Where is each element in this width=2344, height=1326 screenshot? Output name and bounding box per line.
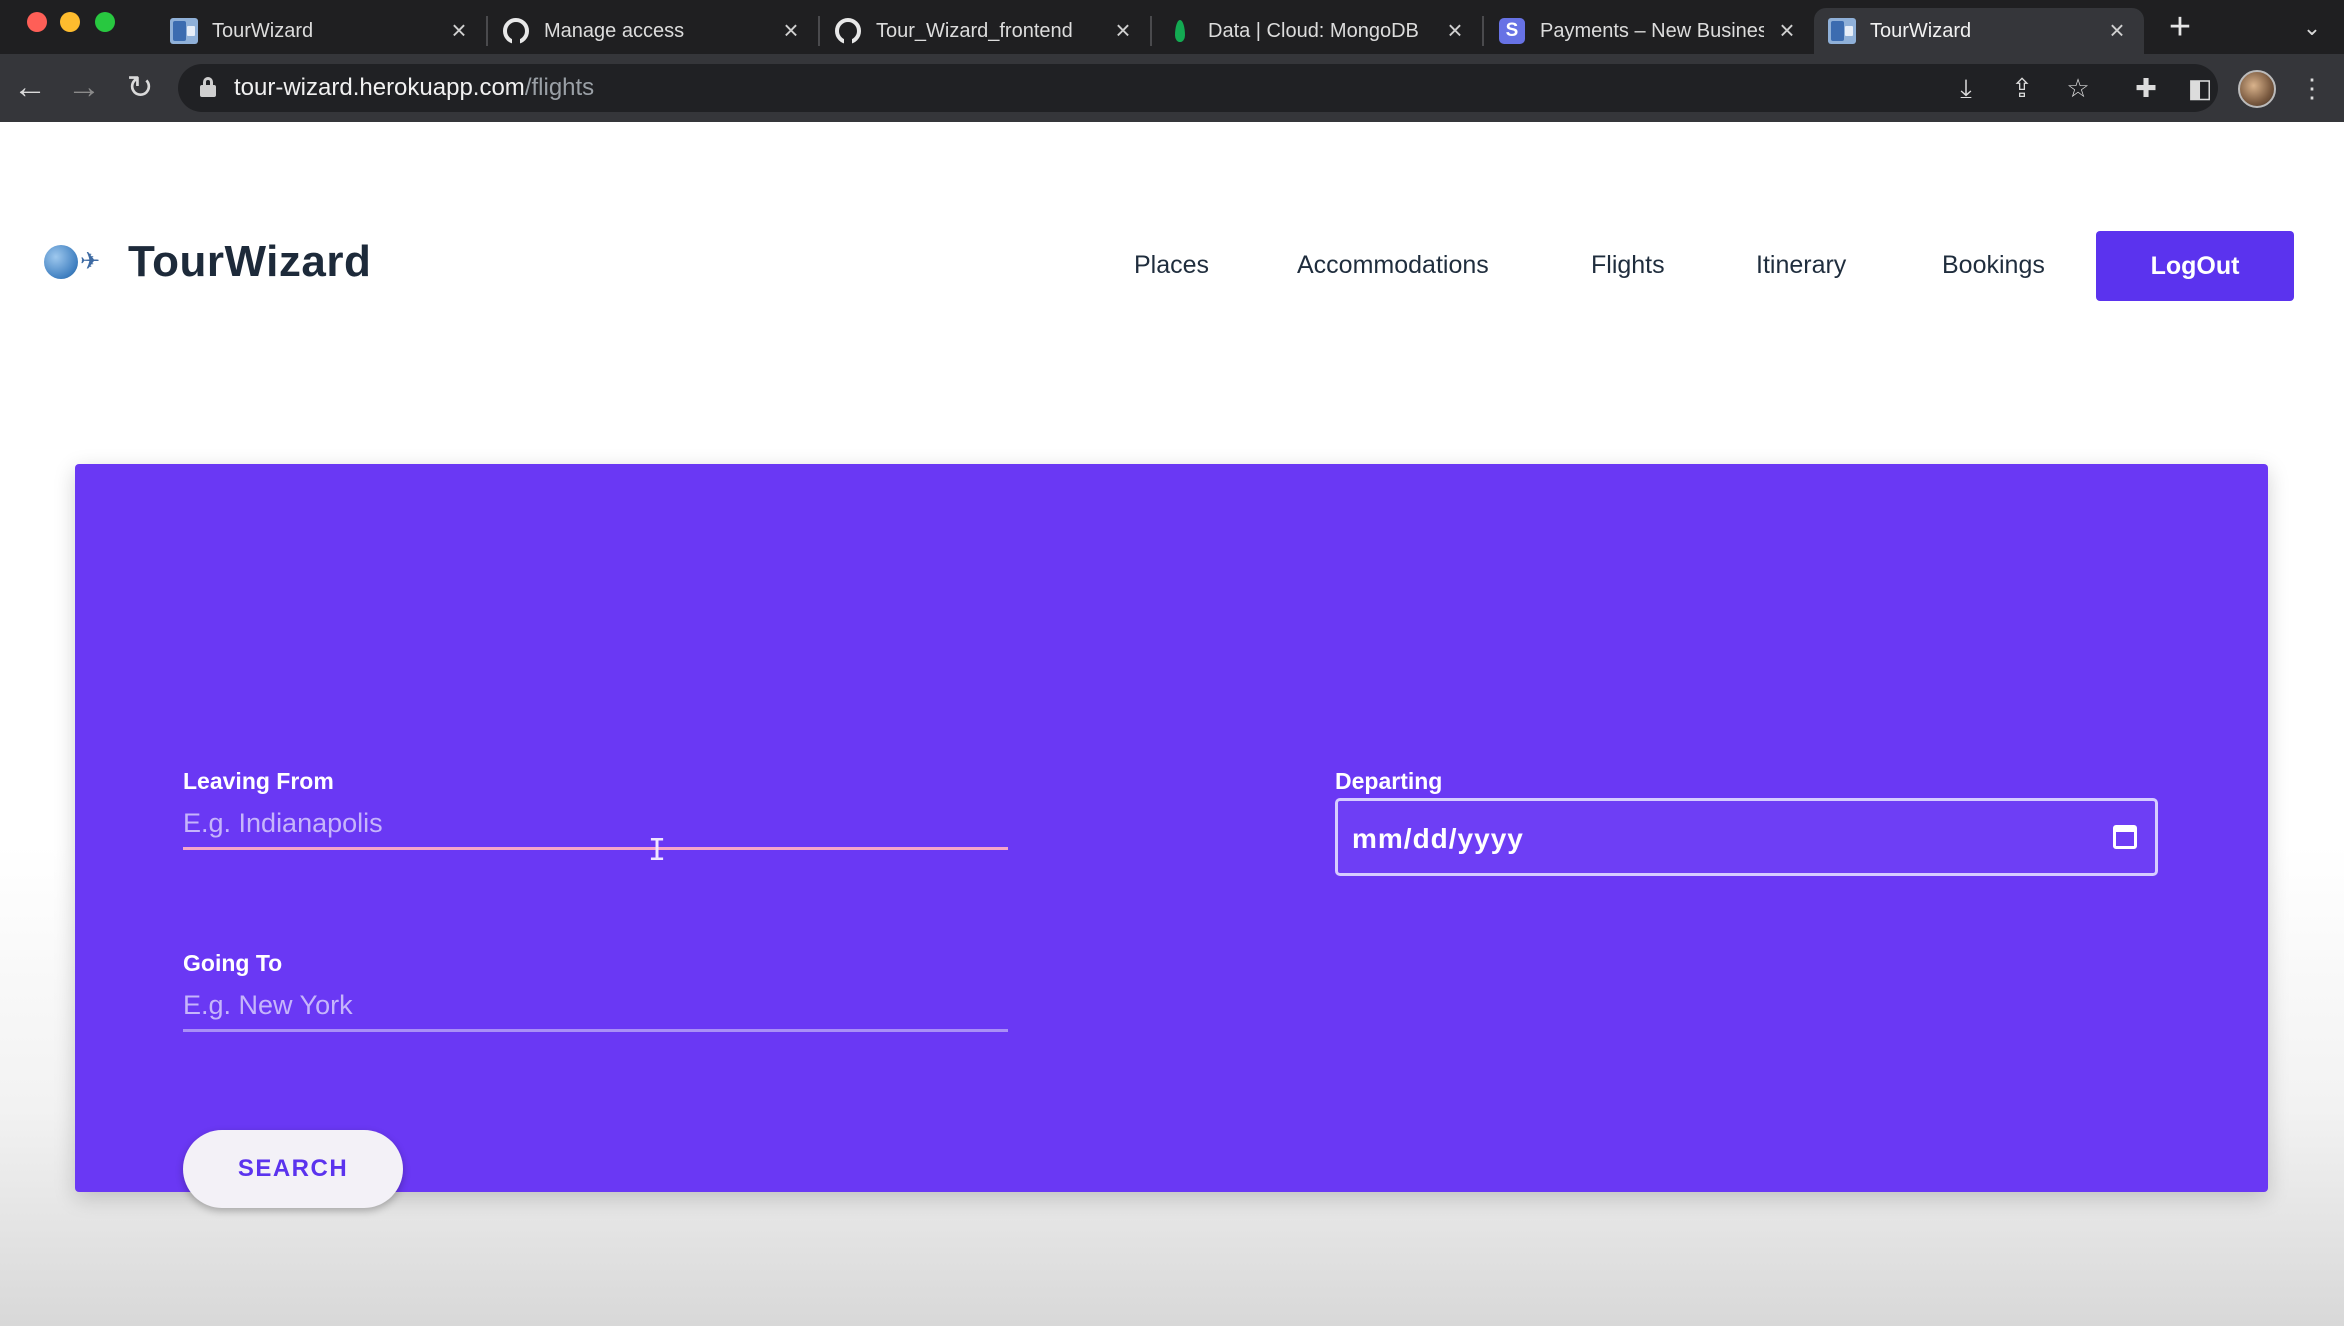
window-maximize-button[interactable] [95,12,115,32]
nav-link-bookings[interactable]: Bookings [1942,230,2045,300]
profile-avatar[interactable] [2238,70,2276,108]
search-button[interactable]: SEARCH [183,1130,403,1208]
date-placeholder: mm/dd/yyyy [1352,823,1524,854]
departing-label: Departing [1335,768,1443,794]
forward-arrow-icon[interactable]: → [64,68,104,108]
tab-title: Manage access [544,20,685,42]
leaving-from-input[interactable] [183,800,1008,850]
browser-toolbar: ← → ↻ tour-wizard.herokuapp.com/flights … [0,54,2344,122]
tab-close-icon[interactable]: × [2104,17,2130,44]
browser-tab-tourwizard[interactable]: TourWizard × [156,8,486,54]
tab-search-chevron-icon[interactable]: ⌄ [2296,12,2328,44]
mongodb-leaf-icon [1166,17,1194,45]
tab-close-icon[interactable]: × [446,17,472,44]
tab-close-icon[interactable]: × [778,17,804,44]
side-panel-icon[interactable]: ◧ [2182,70,2218,106]
leaving-from-label: Leaving From [183,768,334,794]
tab-title: Tour_Wizard_frontend [876,20,1073,42]
text-cursor-icon: I [648,833,667,868]
nav-link-places[interactable]: Places [1134,230,1209,300]
github-icon [502,17,530,45]
nav-link-accommodations[interactable]: Accommodations [1297,230,1489,300]
share-icon[interactable]: ⇪ [2004,70,2040,106]
tab-close-icon[interactable]: × [1110,17,1136,44]
reload-icon[interactable]: ↻ [120,68,160,108]
tab-title: Payments – New Business [1540,20,1764,42]
browser-tab-frontend-repo[interactable]: Tour_Wizard_frontend × [820,8,1150,54]
tab-close-icon[interactable]: × [1774,17,1800,44]
window-close-button[interactable] [27,12,47,32]
browser-tab-tourwizard-active[interactable]: TourWizard × [1814,8,2144,54]
tab-close-icon[interactable]: × [1442,17,1468,44]
url-host: tour-wizard.herokuapp.com [234,74,525,101]
back-arrow-icon[interactable]: ← [10,68,50,108]
going-to-label: Going To [183,950,283,976]
flights-page: ✈ TourWizard Places Accommodations Fligh… [0,122,2344,1326]
browser-tab-mongodb[interactable]: Data | Cloud: MongoDB × [1152,8,1482,54]
airplane-icon: ✈ [80,248,101,275]
tab-title: Data | Cloud: MongoDB [1208,20,1419,42]
browser-tab-stripe-payments[interactable]: S Payments – New Business × [1484,8,1814,54]
tab-title: TourWizard [1870,20,1972,42]
nav-link-itinerary[interactable]: Itinerary [1756,230,1846,300]
new-tab-icon[interactable]: + [2162,8,2198,46]
window-minimize-button[interactable] [60,12,80,32]
github-icon [834,17,862,45]
nav-link-flights[interactable]: Flights [1591,230,1665,300]
browser-tab-manage-access[interactable]: Manage access × [488,8,818,54]
site-logo[interactable]: ✈ TourWizard [44,232,371,292]
browser-tab-bar: TourWizard × Manage access × Tour_Wizard… [0,0,2344,54]
install-app-icon[interactable]: ⤓ [1948,70,1984,106]
calendar-icon[interactable] [2113,825,2137,849]
bookmark-star-icon[interactable]: ☆ [2060,70,2096,106]
lock-icon [200,77,216,97]
stripe-icon: S [1498,17,1526,45]
browser-menu-icon[interactable]: ⋮ [2294,70,2330,106]
flight-search-panel: Leaving From Going To Departing mm/dd/yy… [75,464,2268,1208]
brand-name: TourWizard [128,237,372,286]
tourwizard-favicon-icon [170,17,198,45]
tab-title: TourWizard [212,20,314,42]
logout-button[interactable]: LogOut [2096,231,2294,301]
extensions-puzzle-icon[interactable]: ✚ [2128,70,2164,106]
tourwizard-favicon-icon [1828,17,1856,45]
address-bar[interactable]: tour-wizard.herokuapp.com/flights ⤓ ⇪ ☆ [178,64,2218,112]
globe-icon [44,245,78,279]
departing-date-input[interactable]: mm/dd/yyyy [1335,798,2158,876]
url-path: /flights [524,74,595,101]
going-to-input[interactable] [183,982,1008,1032]
url-text[interactable]: tour-wizard.herokuapp.com/flights [234,74,594,102]
